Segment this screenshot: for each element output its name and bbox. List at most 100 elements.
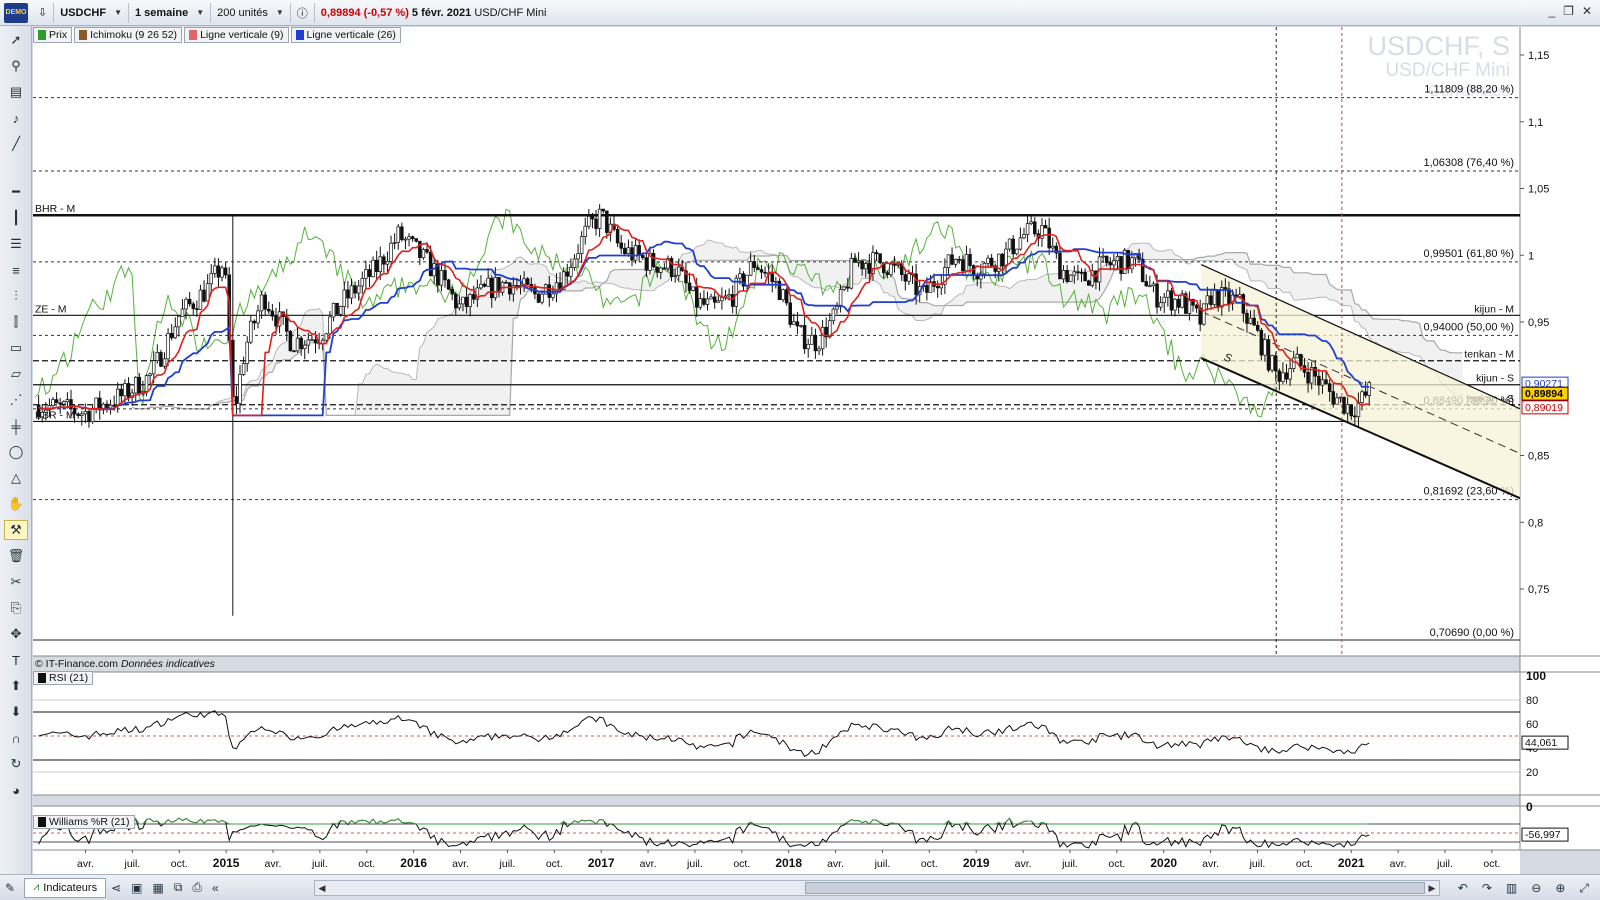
candle-body — [738, 273, 742, 279]
candle-body — [223, 267, 228, 276]
candle-body — [180, 308, 185, 317]
price-chart[interactable]: USDCHF, SUSD/CHF MiniCurrenciesBHR - MZE… — [0, 0, 1600, 874]
candle-body — [1000, 253, 1005, 267]
x-tick-label: oct. — [1296, 858, 1313, 870]
table-icon[interactable]: ▦ — [148, 878, 169, 898]
candle-body — [576, 253, 580, 260]
candle-body — [896, 264, 900, 266]
candle-body — [1223, 287, 1228, 290]
candle-body — [245, 341, 249, 364]
candle-body — [1306, 372, 1310, 384]
candle-body — [464, 296, 469, 307]
candle-body — [878, 253, 882, 264]
y-tick-label: 0,95 — [1528, 317, 1549, 329]
scroll-thumb[interactable] — [805, 882, 1425, 894]
candle-body — [1079, 272, 1084, 274]
candle-body — [590, 216, 595, 220]
candle-body — [421, 249, 426, 258]
candle-body — [173, 326, 178, 339]
candle-body — [1065, 270, 1069, 282]
print-icon[interactable]: ⎙ — [187, 878, 207, 898]
candle-body — [1259, 329, 1264, 356]
candle-body — [1029, 221, 1033, 224]
bottom-toolbar: ✎ ⩘ Indicateurs ⋖ ▣ ▦ ⧉ ⎙ « ◀ ▶ ↶ ↷ ▥ ⊖ … — [0, 874, 1600, 900]
candle-body — [177, 316, 181, 328]
candle-body — [461, 296, 465, 305]
undo-icon[interactable]: ↶ — [1453, 878, 1473, 898]
candle-body — [1317, 375, 1321, 386]
x-tick-label: avr. — [265, 858, 282, 870]
candle-body — [569, 267, 573, 277]
candle-body — [1291, 357, 1296, 369]
candle-body — [443, 270, 447, 281]
x-tick-label: juil. — [1436, 858, 1453, 870]
legend-item[interactable]: Prix — [33, 27, 73, 43]
scroll-left-icon[interactable]: ◀ — [315, 881, 329, 895]
candle-body — [1202, 303, 1206, 325]
legend-item[interactable]: Ichimoku (9 26 52) — [74, 27, 183, 43]
candle-body — [756, 267, 760, 270]
share-icon[interactable]: ⋖ — [106, 878, 126, 898]
rewind-icon[interactable]: « — [207, 878, 224, 898]
candle-body — [457, 303, 462, 309]
candle-body — [795, 321, 800, 327]
candle-body — [137, 376, 142, 395]
candle-body — [1108, 262, 1113, 266]
candle-body — [849, 258, 854, 289]
candle-body — [151, 360, 156, 375]
candle-body — [1338, 396, 1343, 399]
candle-body — [1205, 295, 1210, 305]
candle-body — [810, 334, 814, 345]
level-label: tenkan - M — [1464, 349, 1514, 361]
candle-body — [285, 316, 289, 332]
scroll-right-icon[interactable]: ▶ — [1425, 881, 1439, 895]
candle-body — [619, 242, 623, 249]
candle-body — [87, 411, 91, 423]
fit-icon[interactable]: ⤢ — [1574, 878, 1594, 898]
x-tick-label: juil. — [311, 858, 328, 870]
camera-icon[interactable]: ▣ — [126, 878, 147, 898]
candle-body — [752, 261, 757, 268]
time-scrollbar[interactable]: ◀ ▶ — [314, 880, 1440, 896]
candle-body — [659, 267, 663, 273]
candle-body — [1342, 396, 1346, 414]
x-tick-label: juil. — [874, 858, 891, 870]
bar-chart-icon[interactable]: ▥ — [1501, 878, 1522, 898]
candle-body — [144, 375, 149, 392]
candle-body — [1025, 223, 1030, 235]
candle-body — [191, 303, 196, 310]
zoom-out-icon[interactable]: ⊖ — [1526, 878, 1546, 898]
legend-item[interactable]: Ligne verticale (9) — [184, 27, 289, 43]
candle-body — [1162, 296, 1166, 304]
rsi-value-label: 44,061 — [1525, 737, 1557, 749]
candle-body — [36, 404, 41, 418]
candle-body — [1241, 294, 1246, 314]
candle-body — [133, 376, 138, 394]
indicators-button[interactable]: ⩘ Indicateurs — [24, 877, 107, 898]
credit-source: © IT-Finance.com — [35, 658, 121, 670]
candle-body — [356, 285, 361, 294]
candle-body — [716, 300, 721, 303]
candle-body — [1018, 237, 1023, 250]
candle-body — [720, 297, 724, 302]
candle-body — [853, 258, 857, 263]
candle-body — [72, 408, 77, 415]
candle-body — [234, 396, 239, 404]
rsi-legend: RSI (21) — [33, 671, 94, 685]
compare-icon[interactable]: ⧉ — [169, 878, 188, 898]
legend-item[interactable]: Ligne verticale (26) — [290, 27, 401, 43]
candle-body — [454, 293, 458, 309]
pencil-icon[interactable]: ✎ — [0, 878, 20, 898]
candle-body — [410, 236, 415, 239]
candle-body — [249, 320, 253, 343]
zoom-in-icon[interactable]: ⊕ — [1550, 878, 1570, 898]
legend-swatch — [38, 30, 46, 40]
candle-body — [863, 263, 868, 270]
candle-body — [986, 257, 990, 264]
candle-body — [867, 263, 872, 274]
x-tick-label: 2017 — [588, 856, 615, 870]
candle-body — [1248, 317, 1253, 324]
redo-icon[interactable]: ↷ — [1477, 878, 1497, 898]
candle-body — [76, 413, 80, 416]
candle-body — [1086, 280, 1091, 286]
